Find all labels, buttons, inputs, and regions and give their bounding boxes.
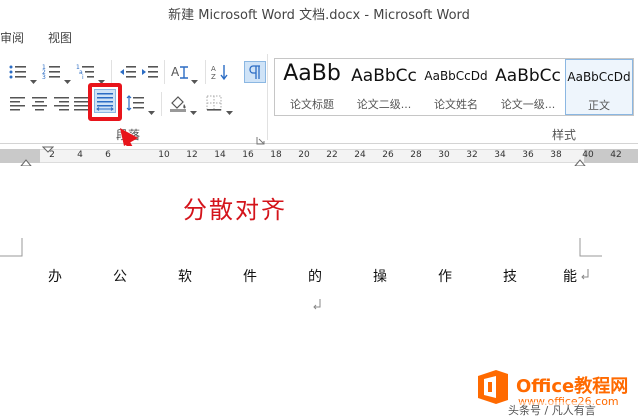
- ruler-tick-label: 18: [270, 150, 282, 160]
- svg-text:Z: Z: [211, 73, 216, 81]
- ruler-tick-label: 20: [298, 150, 310, 160]
- ruler-tick-label: 28: [410, 150, 422, 160]
- increase-indent-icon[interactable]: [140, 63, 160, 81]
- style-tile-2[interactable]: AaBbCcDd 论文姓名: [421, 59, 491, 115]
- ruler-tick-label: 22: [326, 150, 338, 160]
- ruler-tick-label: 6: [105, 150, 111, 160]
- chevron-down-icon[interactable]: [191, 70, 198, 84]
- sort-icon[interactable]: AZ: [211, 63, 231, 81]
- show-formatting-icon[interactable]: [244, 61, 266, 83]
- line-spacing-icon[interactable]: [126, 94, 146, 112]
- doc-character: 办: [48, 269, 62, 285]
- window-title: 新建 Microsoft Word 文档.docx - Microsoft Wo…: [168, 8, 470, 23]
- chinese-layout-icon[interactable]: A: [170, 63, 190, 81]
- doc-character: 公: [113, 269, 127, 285]
- annotation-text: 分散对齐: [183, 196, 287, 224]
- decrease-indent-icon[interactable]: [118, 63, 138, 81]
- svg-text:A: A: [171, 65, 180, 79]
- office-logo-icon: [478, 370, 508, 404]
- separator: [164, 60, 165, 84]
- ruler-tick-label: 38: [550, 150, 562, 160]
- style-name: 论文二级...: [356, 98, 412, 111]
- style-name: 论文标题: [290, 98, 334, 111]
- style-name: 论文姓名: [434, 98, 478, 111]
- ruler-tick-label: 32: [466, 150, 478, 160]
- chevron-down-icon[interactable]: [98, 70, 105, 84]
- doc-character: 能: [563, 269, 577, 285]
- doc-character: 软: [178, 269, 192, 285]
- style-sample: AaBb: [283, 61, 341, 86]
- align-left-icon[interactable]: [8, 94, 28, 112]
- ruler-tick-label: 24: [354, 150, 366, 160]
- ruler-tick-label: 34: [494, 150, 506, 160]
- chevron-down-icon[interactable]: [64, 70, 71, 84]
- shading-icon[interactable]: [168, 94, 188, 112]
- svg-text:A: A: [211, 65, 216, 73]
- paragraph-mark-icon: [581, 269, 589, 280]
- margin-corner-mark: [579, 238, 602, 257]
- style-name: 论文一级...: [500, 98, 556, 111]
- ruler-tick-label: 2: [49, 150, 55, 160]
- style-tile-4[interactable]: AaBbCcDd 正文: [565, 59, 633, 115]
- chevron-down-icon[interactable]: [190, 101, 197, 115]
- style-sample: AaBbCc: [351, 66, 417, 86]
- doc-character: 操: [373, 269, 387, 285]
- style-sample: AaBbCcDd: [567, 70, 631, 84]
- group-label-styles: 样式: [552, 128, 577, 142]
- align-right-icon[interactable]: [52, 94, 72, 112]
- style-sample: AaBbCc: [495, 66, 561, 86]
- watermark-footer: 头条号 / 凡人有言: [508, 402, 596, 417]
- ruler-tick-label: 40: [582, 150, 594, 160]
- chevron-down-icon[interactable]: [148, 101, 155, 115]
- tab-review[interactable]: 审阅: [0, 29, 24, 46]
- ruler-tick-label: 10: [158, 150, 170, 160]
- ruler-tick-label: 30: [438, 150, 450, 160]
- title-bar: 新建 Microsoft Word 文档.docx - Microsoft Wo…: [0, 0, 638, 26]
- menu-tabs: 审阅 视图: [0, 26, 638, 48]
- ruler-tick-label: 26: [382, 150, 394, 160]
- style-tile-1[interactable]: AaBbCc 论文二级...: [349, 59, 419, 115]
- paragraph-mark-icon: [313, 299, 321, 310]
- svg-text:i: i: [82, 74, 84, 81]
- style-tile-3[interactable]: AaBbCc 论文一级...: [493, 59, 563, 115]
- doc-character: 作: [438, 269, 452, 285]
- highlight-box: [88, 83, 122, 121]
- ruler-tick-label: 14: [214, 150, 226, 160]
- tab-view[interactable]: 视图: [48, 29, 72, 46]
- numbering-icon[interactable]: 123: [42, 63, 62, 81]
- styles-gallery: AaBb 论文标题 AaBbCc 论文二级... AaBbCcDd 论文姓名 A…: [274, 58, 634, 116]
- watermark: Office教程网 www.office26.com 头条号 / 凡人有言: [468, 362, 638, 417]
- bullets-icon[interactable]: [8, 63, 28, 81]
- multilevel-list-icon[interactable]: 1ai: [76, 63, 96, 81]
- style-name: 正文: [588, 99, 610, 112]
- dialog-launcher-icon[interactable]: [256, 130, 265, 145]
- ruler-tick-label: 42: [610, 150, 622, 160]
- separator: [111, 60, 112, 84]
- doc-character: 技: [503, 269, 517, 285]
- margin-corner-mark: [0, 238, 23, 257]
- separator: [267, 54, 268, 140]
- chevron-down-icon[interactable]: [30, 70, 37, 84]
- horizontal-ruler[interactable]: 2 4 6 10 12 14 16 18 20 22 24 26 28 30 3…: [0, 146, 638, 167]
- borders-icon[interactable]: [204, 94, 224, 112]
- ruler-tick-label: 4: [77, 150, 83, 160]
- doc-character: 的: [308, 269, 322, 285]
- separator: [161, 92, 162, 116]
- doc-character: 件: [243, 269, 257, 285]
- separator: [205, 60, 206, 84]
- ruler-tick-label: 16: [242, 150, 254, 160]
- align-center-icon[interactable]: [30, 94, 50, 112]
- ruler-tick-label: 36: [522, 150, 534, 160]
- svg-text:3: 3: [42, 74, 46, 81]
- style-tile-0[interactable]: AaBb 论文标题: [277, 59, 347, 115]
- ruler-tick-label: 12: [186, 150, 198, 160]
- style-sample: AaBbCcDd: [424, 69, 488, 83]
- chevron-down-icon[interactable]: [226, 101, 233, 115]
